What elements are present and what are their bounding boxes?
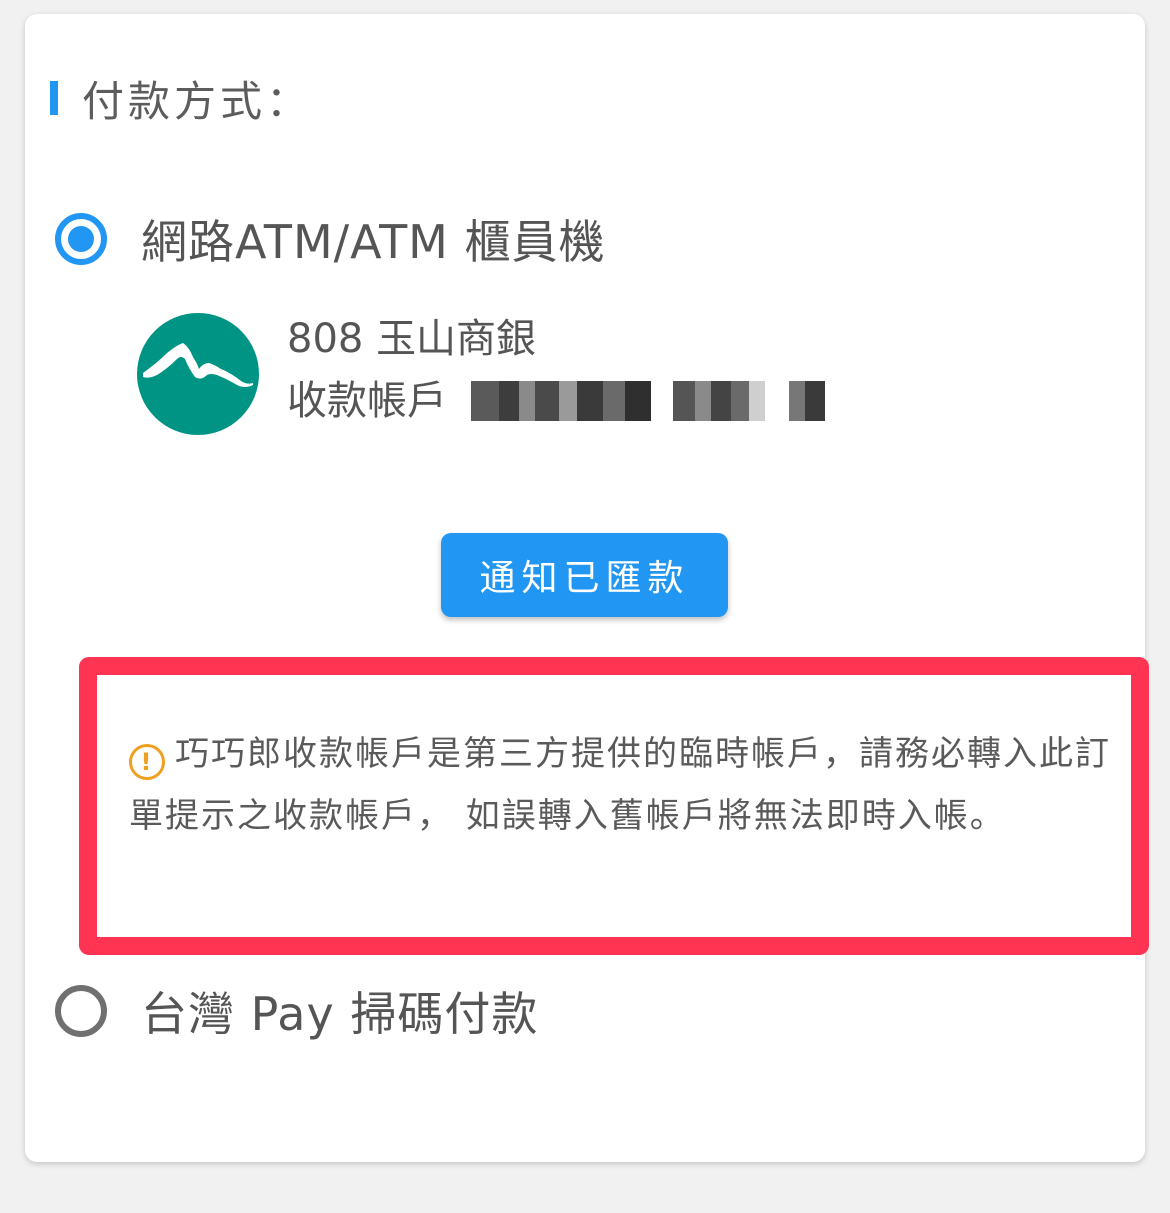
- radio-checked-icon[interactable]: [55, 213, 107, 265]
- section-title: 付款方式：: [82, 76, 313, 126]
- notice-text: 巧巧郎收款帳戶是第三方提供的臨時帳戶，請務必轉入此訂單提示之收款帳戶， 如誤轉入…: [129, 734, 1111, 836]
- payment-option-atm-label: 網路ATM/ATM 櫃員機: [141, 215, 606, 269]
- mountain-logo-icon: [137, 313, 259, 435]
- notice-box: ! 巧巧郎收款帳戶是第三方提供的臨時帳戶，請務必轉入此訂單提示之收款帳戶， 如誤轉…: [79, 657, 1149, 955]
- bank-account-label: 收款帳戶: [287, 378, 447, 424]
- title-accent-bar: [50, 81, 58, 115]
- bank-info-block: 808 玉山商銀 收款帳戶: [137, 312, 825, 436]
- notice-content: ! 巧巧郎收款帳戶是第三方提供的臨時帳戶，請務必轉入此訂單提示之收款帳戶， 如誤轉…: [129, 723, 1111, 847]
- bank-account-row: 收款帳戶: [287, 366, 825, 436]
- payment-option-taiwan-pay[interactable]: 台灣 Pay 掃碼付款: [55, 978, 538, 1044]
- warning-icon: !: [129, 744, 165, 780]
- masked-account-number: [471, 381, 825, 421]
- payment-option-taiwan-pay-label: 台灣 Pay 掃碼付款: [141, 987, 539, 1041]
- section-header: 付款方式：: [50, 68, 312, 128]
- bank-name: 808 玉山商銀: [287, 316, 537, 362]
- notify-paid-button[interactable]: 通知已匯款: [441, 533, 728, 617]
- payment-option-atm[interactable]: 網路ATM/ATM 櫃員機: [55, 206, 606, 272]
- radio-unchecked-icon[interactable]: [55, 985, 107, 1037]
